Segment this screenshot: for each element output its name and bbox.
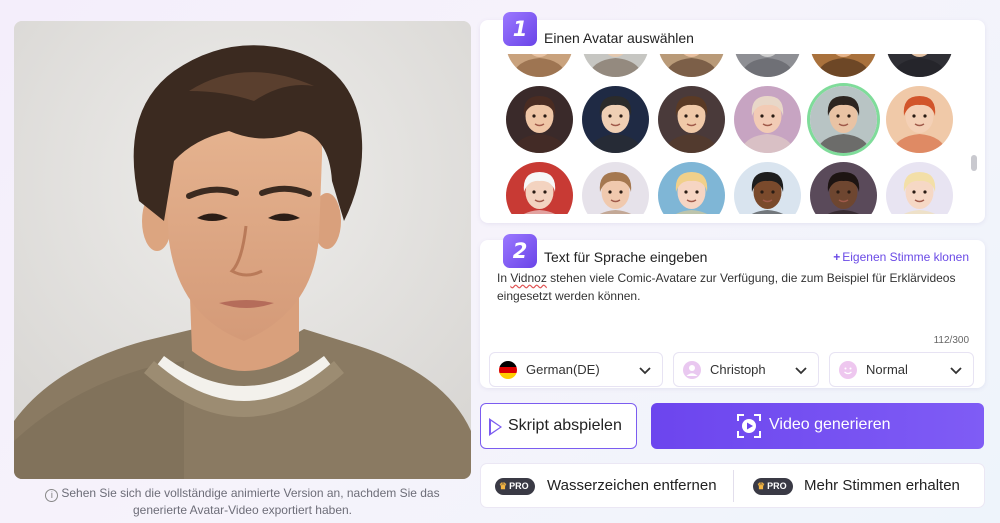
- avatar-option[interactable]: [734, 162, 801, 214]
- play-icon: [489, 418, 502, 436]
- clone-voice-link[interactable]: + Eigenen Stimme klonen: [833, 250, 969, 264]
- script-textarea[interactable]: In Vidnoz stehen viele Comic-Avatare zur…: [497, 269, 967, 305]
- preview-hint-text: Sehen Sie sich die vollständige animiert…: [61, 486, 440, 517]
- avatar-select-title: Einen Avatar auswählen: [544, 30, 694, 46]
- divider: [733, 470, 734, 502]
- avatar-select-card: 1 Einen Avatar auswählen: [480, 12, 985, 223]
- avatar-option[interactable]: [810, 86, 877, 153]
- avatar-option[interactable]: [506, 54, 573, 77]
- script-brand: Vidnoz: [510, 271, 547, 285]
- preview-hint: i Sehen Sie sich die vollständige animier…: [20, 485, 465, 519]
- avatar-option[interactable]: [810, 54, 877, 77]
- language-select[interactable]: German(DE): [489, 352, 663, 387]
- avatar-option[interactable]: [734, 54, 801, 77]
- avatar-option[interactable]: [582, 162, 649, 214]
- generate-video-label: Video generieren: [769, 416, 891, 433]
- step-number-1: 1: [503, 12, 537, 46]
- script-body: stehen viele Comic-Avatare zur Verfügung…: [497, 271, 956, 303]
- pro-badge: ♛ PRO: [753, 478, 793, 495]
- script-prefix: In: [497, 271, 511, 285]
- voice-select-value: Christoph: [710, 362, 766, 377]
- avatar-option[interactable]: [658, 162, 725, 214]
- info-icon: i: [45, 489, 59, 502]
- pro-badge-label: PRO: [509, 481, 529, 491]
- crown-icon: ♛: [757, 481, 766, 491]
- play-script-label: Skript abspielen: [508, 417, 622, 434]
- avatar-option[interactable]: [582, 86, 649, 153]
- remove-watermark-button[interactable]: Wasserzeichen entfernen: [547, 477, 717, 494]
- generate-video-button[interactable]: Video generieren: [651, 403, 984, 449]
- avatar-option[interactable]: [506, 86, 573, 153]
- smile-icon: [839, 361, 857, 379]
- speed-select[interactable]: Normal: [829, 352, 974, 387]
- user-icon: [683, 361, 701, 379]
- video-frame-icon: [737, 414, 761, 438]
- plus-icon: +: [833, 250, 841, 264]
- chevron-down-icon: [795, 367, 807, 375]
- avatar-preview: [14, 21, 471, 479]
- avatar-grid[interactable]: [504, 54, 954, 214]
- script-title: Text für Sprache eingeben: [544, 249, 708, 265]
- speed-select-value: Normal: [866, 362, 908, 377]
- pro-upsell-bar: ♛ PRO Wasserzeichen entfernen ♛ PRO Mehr S…: [480, 463, 985, 508]
- pro-badge: ♛ PRO: [495, 478, 535, 495]
- voice-select[interactable]: Christoph: [673, 352, 819, 387]
- german-flag-icon: [499, 361, 517, 379]
- clone-voice-label: Eigenen Stimme klonen: [842, 250, 969, 264]
- avatar-option[interactable]: [886, 54, 953, 77]
- pro-badge-label: PRO: [767, 481, 787, 491]
- avatar-option[interactable]: [886, 162, 953, 214]
- char-counter: 112/300: [933, 335, 969, 346]
- crown-icon: ♛: [499, 481, 508, 491]
- chevron-down-icon: [950, 367, 962, 375]
- step-number-2: 2: [503, 234, 537, 268]
- chevron-down-icon: [639, 367, 651, 375]
- play-script-button[interactable]: Skript abspielen: [480, 403, 637, 449]
- avatar-option[interactable]: [734, 86, 801, 153]
- avatar-option[interactable]: [658, 54, 725, 77]
- avatar-option[interactable]: [582, 54, 649, 77]
- avatar-option[interactable]: [506, 162, 573, 214]
- avatar-option[interactable]: [886, 86, 953, 153]
- avatar-option[interactable]: [810, 162, 877, 214]
- avatar-grid-scrollbar[interactable]: [971, 155, 977, 171]
- avatar-preview-image: [14, 21, 471, 479]
- more-voices-button[interactable]: Mehr Stimmen erhalten: [804, 477, 960, 494]
- avatar-option[interactable]: [658, 86, 725, 153]
- language-select-value: German(DE): [526, 362, 600, 377]
